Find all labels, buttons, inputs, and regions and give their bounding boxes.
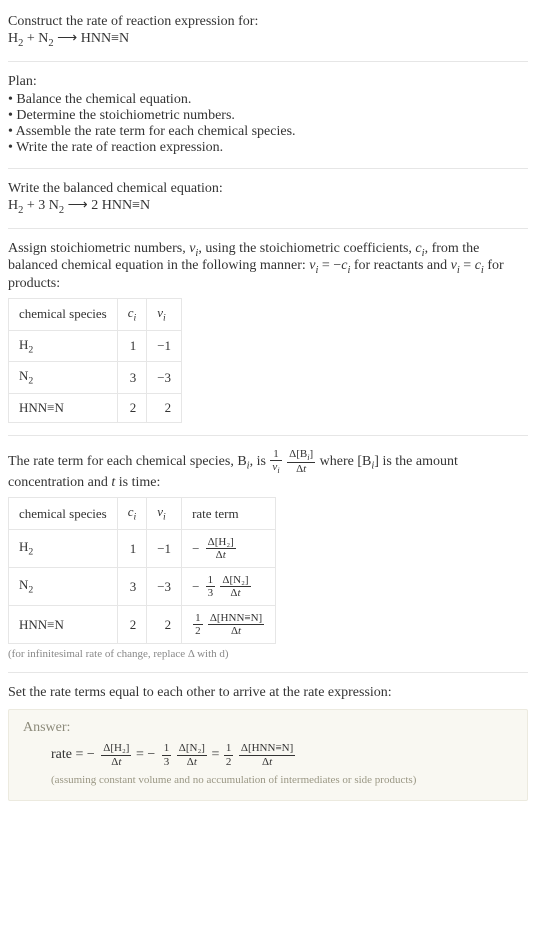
cell-c: 3 [117, 362, 147, 394]
balanced-heading: Write the balanced chemical equation: [8, 181, 528, 197]
cell-c: 2 [117, 393, 147, 422]
divider [8, 61, 528, 62]
fraction: Δ[Bi] Δt [287, 448, 315, 475]
col-nu: νi [147, 498, 182, 530]
table-row: N2 3 −3 − 1 3 Δ[N₂] Δt [9, 568, 276, 606]
cell-species: H2 [9, 330, 118, 362]
fraction: 1 νi [270, 448, 281, 475]
cell-rate: 1 2 Δ[HNN≡N] Δt [182, 606, 276, 644]
cell-species: H2 [9, 529, 118, 567]
fraction: 1 3 [162, 742, 172, 767]
col-rate: rate term [182, 498, 276, 530]
plan-block: Plan: Balance the chemical equation. Det… [8, 68, 528, 162]
col-c: ci [117, 299, 147, 331]
divider [8, 435, 528, 436]
table-row: H2 1 −1 − Δ[H₂] Δt [9, 529, 276, 567]
fraction: Δ[H₂] Δt [206, 536, 236, 561]
table-row: HNN≡N 2 2 1 2 Δ[HNN≡N] Δt [9, 606, 276, 644]
cell-nu: −1 [147, 529, 182, 567]
table-row: N2 3 −3 [9, 362, 182, 394]
final-heading: Set the rate terms equal to each other t… [8, 685, 528, 701]
answer-note: (assuming constant volume and no accumul… [51, 774, 513, 786]
fraction: Δ[N₂] Δt [220, 574, 250, 599]
table-row: HNN≡N 2 2 [9, 393, 182, 422]
reactant-n2: N2 [38, 31, 53, 46]
plan-list: Balance the chemical equation. Determine… [8, 92, 528, 156]
reactant-h2: H2 [8, 31, 23, 46]
plan-item: Assemble the rate term for each chemical… [8, 124, 528, 140]
cell-nu: −1 [147, 330, 182, 362]
stoich-block: Assign stoichiometric numbers, νi, using… [8, 235, 528, 429]
fraction: 1 2 [224, 742, 234, 767]
answer-label: Answer: [23, 720, 513, 736]
cell-nu: −3 [147, 362, 182, 394]
balanced-block: Write the balanced chemical equation: H2… [8, 175, 528, 222]
cell-species: N2 [9, 362, 118, 394]
cell-nu: −3 [147, 568, 182, 606]
cell-nu: 2 [147, 393, 182, 422]
cell-rate: − 1 3 Δ[N₂] Δt [182, 568, 276, 606]
stoich-table: chemical species ci νi H2 1 −1 N2 3 −3 H… [8, 298, 182, 423]
plan-item: Write the rate of reaction expression. [8, 140, 528, 156]
table-header-row: chemical species ci νi [9, 299, 182, 331]
reactant-h2: H2 [8, 198, 23, 213]
cell-species: N2 [9, 568, 118, 606]
reactant-n2: N2 [49, 198, 64, 213]
divider [8, 672, 528, 673]
cell-rate: − Δ[H₂] Δt [182, 529, 276, 567]
product-hnnn: HNN≡N [102, 198, 150, 213]
fraction: Δ[H₂] Δt [101, 742, 131, 767]
table-row: H2 1 −1 [9, 330, 182, 362]
cell-c: 2 [117, 606, 147, 644]
rate-term-text: The rate term for each chemical species,… [8, 448, 528, 491]
plan-item: Balance the chemical equation. [8, 92, 528, 108]
col-species: chemical species [9, 299, 118, 331]
intro-prompt: Construct the rate of reaction expressio… [8, 14, 528, 30]
plan-item: Determine the stoichiometric numbers. [8, 108, 528, 124]
col-species: chemical species [9, 498, 118, 530]
rate-term-table: chemical species ci νi rate term H2 1 −1… [8, 497, 276, 644]
balanced-equation: H2 + 3 N2 ⟶ 2 HNN≡N [8, 197, 528, 216]
final-block: Set the rate terms equal to each other t… [8, 679, 528, 806]
cell-c: 1 [117, 330, 147, 362]
cell-species: HNN≡N [9, 393, 118, 422]
stoich-text: Assign stoichiometric numbers, νi, using… [8, 241, 528, 293]
rate-term-block: The rate term for each chemical species,… [8, 442, 528, 667]
fraction: 1 3 [206, 574, 216, 599]
plan-heading: Plan: [8, 74, 528, 90]
unbalanced-equation: H2 + N2 ⟶ HNN≡N [8, 30, 528, 49]
fraction: Δ[HNN≡N] Δt [208, 612, 264, 637]
intro-block: Construct the rate of reaction expressio… [8, 8, 528, 55]
rate-term-footnote: (for infinitesimal rate of change, repla… [8, 648, 528, 660]
cell-c: 3 [117, 568, 147, 606]
product-hnnn: HNN≡N [81, 31, 129, 46]
fraction: Δ[HNN≡N] Δt [239, 742, 295, 767]
divider [8, 228, 528, 229]
table-header-row: chemical species ci νi rate term [9, 498, 276, 530]
cell-c: 1 [117, 529, 147, 567]
col-c: ci [117, 498, 147, 530]
cell-nu: 2 [147, 606, 182, 644]
divider [8, 168, 528, 169]
rate-expression: rate = − Δ[H₂] Δt = − 1 3 Δ[N₂] Δt = 1 [51, 742, 513, 767]
fraction: 1 2 [193, 612, 203, 637]
col-nu: νi [147, 299, 182, 331]
cell-species: HNN≡N [9, 606, 118, 644]
fraction: Δ[N₂] Δt [177, 742, 207, 767]
answer-box: Answer: rate = − Δ[H₂] Δt = − 1 3 Δ[N₂] … [8, 709, 528, 800]
